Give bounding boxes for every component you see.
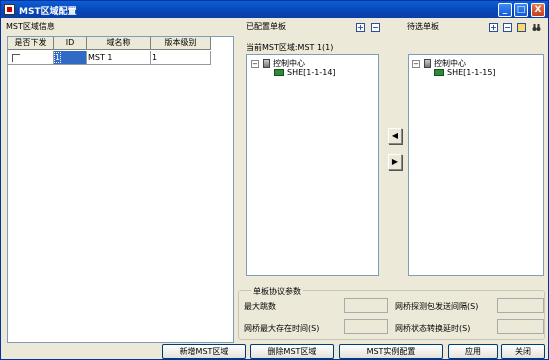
forward-delay-field	[497, 319, 544, 334]
mst-instance-config-button[interactable]: MST实例配置	[339, 344, 443, 359]
column-header-name[interactable]: 域名称	[87, 37, 151, 50]
pending-tree-board-label: SHE[1-1-15]	[447, 68, 496, 77]
pending-tree-expander[interactable]: −	[412, 59, 420, 68]
delete-mst-area-button[interactable]: 删除MST区域	[250, 344, 334, 359]
close-button[interactable]: 关闭	[501, 344, 545, 359]
maximize-button[interactable]: □	[514, 3, 528, 17]
tree-board-label: SHE[1-1-14]	[287, 68, 336, 77]
computer-icon	[424, 59, 431, 68]
pending-tree-board-node[interactable]: SHE[1-1-15]	[434, 68, 496, 77]
collapse-all-pending-icon[interactable]: −	[503, 23, 512, 32]
collapse-all-icon[interactable]: −	[371, 23, 380, 32]
deliver-checkbox-cell[interactable]	[8, 51, 54, 65]
configured-boards-tree[interactable]: − 控制中心 SHE[1-1-14]	[246, 54, 379, 276]
expand-all-pending-icon[interactable]: +	[489, 23, 498, 32]
hello-interval-label: 网桥探测包发送间隔(S)	[395, 302, 479, 311]
configured-boards-title: 已配置单板	[246, 22, 286, 31]
max-hops-label: 最大跳数	[244, 302, 276, 311]
name-cell[interactable]: MST 1	[87, 51, 151, 65]
apply-button[interactable]: 应用	[448, 344, 498, 359]
close-window-button[interactable]: X	[531, 3, 545, 17]
window-title: MST区域配置	[19, 7, 77, 17]
id-cell[interactable]: 1	[53, 51, 87, 65]
pending-boards-title: 待选单板	[407, 22, 439, 31]
tree-expander[interactable]: −	[251, 59, 259, 68]
version-cell[interactable]: 1	[151, 51, 211, 65]
bridge-max-age-label: 网桥最大存在时间(S)	[244, 324, 320, 333]
board-icon	[434, 69, 444, 76]
column-header-id[interactable]: ID	[54, 37, 87, 50]
hello-interval-field	[497, 298, 544, 313]
max-hops-field	[344, 298, 388, 313]
network-icon[interactable]	[517, 23, 526, 32]
add-mst-area-button[interactable]: 新增MST区域	[162, 344, 246, 359]
tree-board-node[interactable]: SHE[1-1-14]	[274, 68, 336, 77]
table-row[interactable]: 1 MST 1 1	[8, 51, 211, 65]
column-header-version[interactable]: 版本级别	[151, 37, 211, 50]
bridge-max-age-field	[344, 319, 388, 334]
table-header: 是否下发 ID 域名称 版本级别	[8, 37, 211, 50]
computer-icon	[263, 59, 270, 68]
move-right-button[interactable]: ▶	[388, 154, 402, 170]
binoculars-icon[interactable]	[532, 23, 541, 32]
mst-area-info-title: MST区域信息	[6, 22, 55, 31]
board-icon	[274, 69, 284, 76]
mst-area-table[interactable]: 是否下发 ID 域名称 版本级别 1 MST 1 1	[7, 36, 234, 343]
app-icon	[4, 4, 15, 15]
minimize-button[interactable]: _	[498, 3, 512, 17]
pending-boards-tree[interactable]: − 控制中心 SHE[1-1-15]	[408, 54, 544, 276]
deliver-checkbox[interactable]	[12, 54, 20, 62]
expand-all-icon[interactable]: +	[356, 23, 365, 32]
board-params-title: 单板协议参数	[251, 286, 303, 297]
forward-delay-label: 网桥状态转换延时(S)	[395, 324, 471, 333]
title-bar: MST区域配置 _ □ X	[0, 0, 549, 18]
move-left-button[interactable]: ◀	[388, 128, 402, 144]
current-mst-area: 当前MST区域:MST 1(1)	[246, 43, 334, 52]
column-header-deliver[interactable]: 是否下发	[8, 37, 54, 50]
